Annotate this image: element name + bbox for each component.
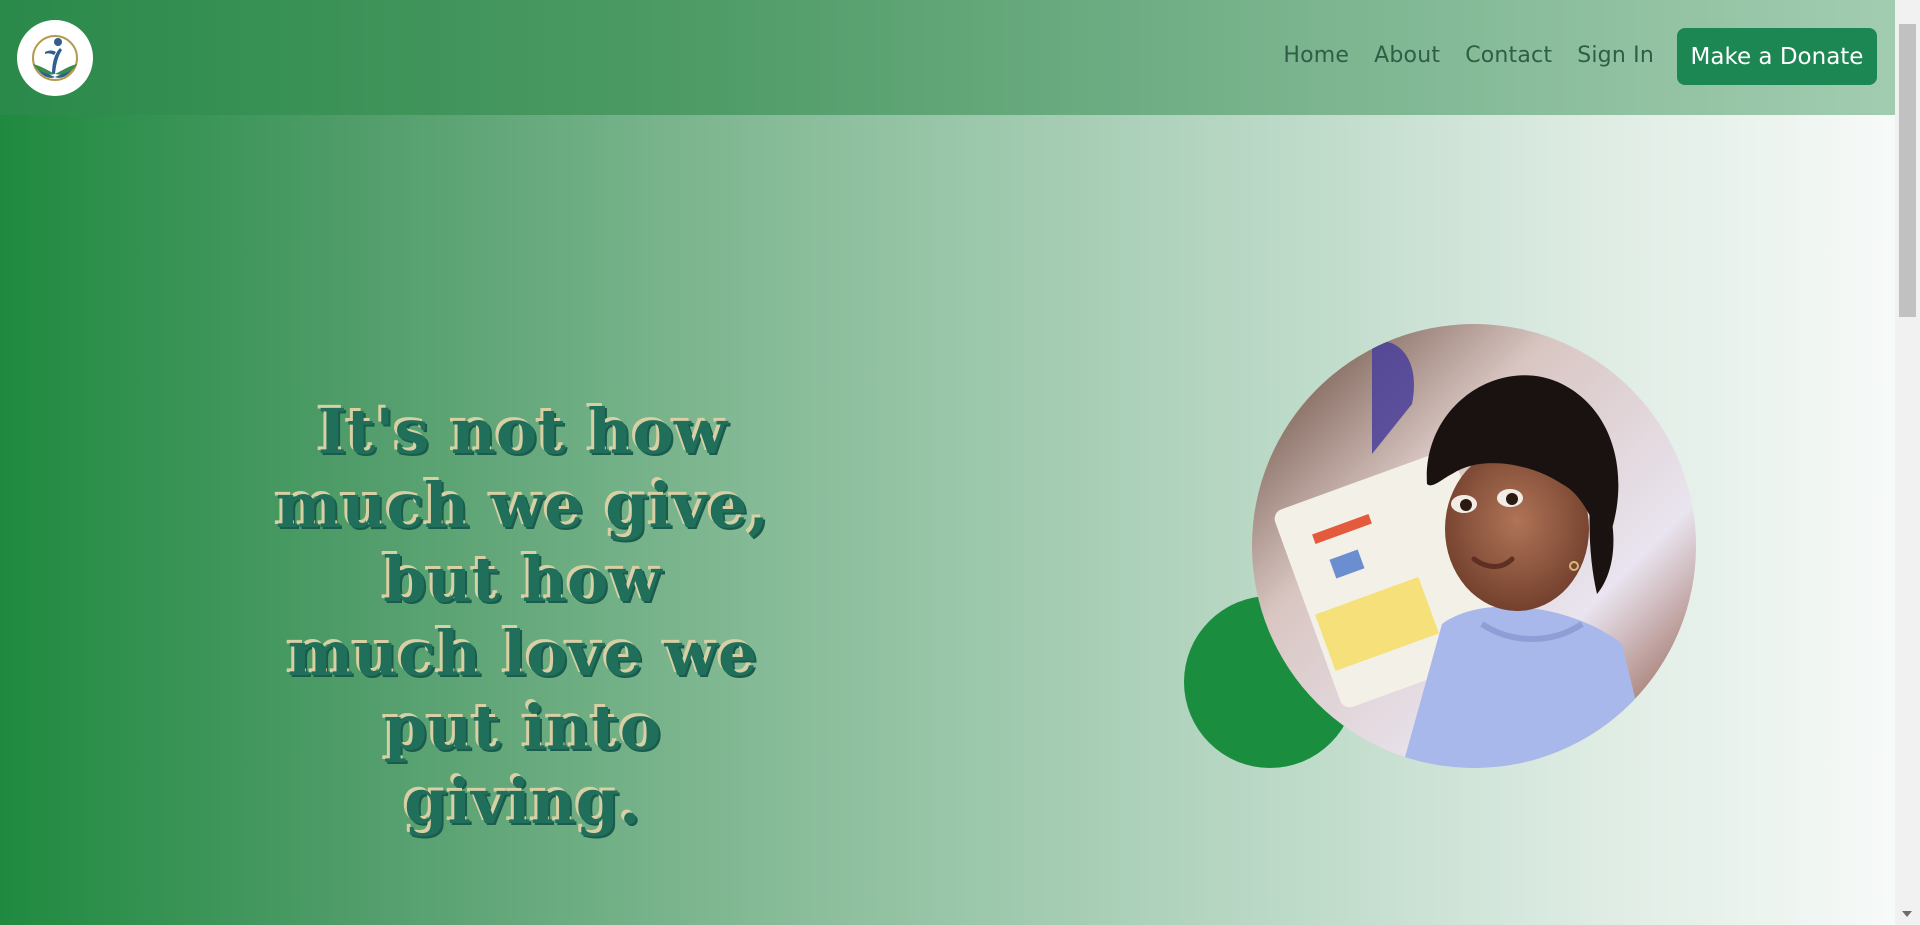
- nav-links: Home About Contact Sign In: [1283, 43, 1654, 68]
- make-donate-button[interactable]: Make a Donate: [1677, 28, 1877, 85]
- nav-sign-in-link[interactable]: Sign In: [1577, 43, 1654, 68]
- top-navbar: Home About Contact Sign In Make a Donate: [0, 0, 1895, 115]
- hero-quote: It's not how much we give, but how much …: [270, 395, 775, 839]
- nav-about-link[interactable]: About: [1374, 43, 1440, 68]
- nav-home-link[interactable]: Home: [1283, 43, 1349, 68]
- landing-page: Home About Contact Sign In Make a Donate…: [0, 0, 1920, 925]
- nav-contact-link[interactable]: Contact: [1465, 43, 1552, 68]
- quote-line: much we give,: [275, 469, 770, 542]
- quote-line: but how: [383, 543, 662, 616]
- quote-line: much love we: [287, 617, 758, 690]
- quote-line: It's not how: [317, 395, 728, 468]
- quote-line: giving.: [404, 765, 641, 838]
- child-portrait-photo: [1252, 324, 1696, 768]
- charity-logo-icon: [32, 35, 78, 81]
- quote-line: put into: [383, 691, 662, 764]
- logo[interactable]: [17, 20, 93, 96]
- child-portrait-image: [1252, 324, 1696, 768]
- page-scrollbar[interactable]: [1895, 0, 1920, 925]
- scroll-down-icon[interactable]: [1902, 911, 1912, 917]
- scroll-thumb[interactable]: [1899, 24, 1916, 317]
